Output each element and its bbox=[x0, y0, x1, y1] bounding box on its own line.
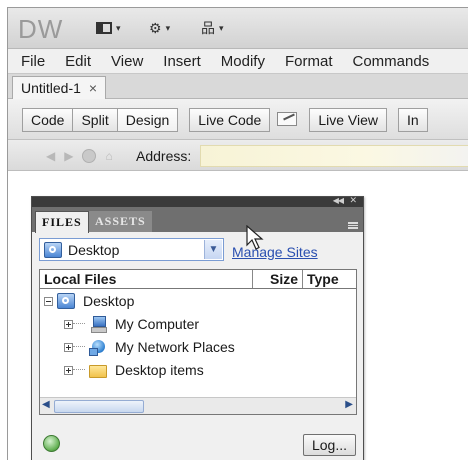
column-type[interactable]: Type bbox=[303, 271, 339, 287]
inspect-icon[interactable] bbox=[275, 108, 299, 128]
panel-title-bar[interactable]: ◀◀ ✕ bbox=[32, 195, 363, 207]
document-toolbar: Code Split Design Live Code Live View In bbox=[8, 99, 468, 140]
dw-logo: DW bbox=[18, 14, 64, 44]
menu-insert[interactable]: Insert bbox=[153, 53, 211, 70]
tree-item-my-computer[interactable]: My Computer bbox=[64, 314, 199, 334]
close-icon[interactable]: × bbox=[89, 80, 97, 96]
collapse-toggle-icon[interactable] bbox=[44, 296, 53, 306]
expand-toggle-icon[interactable] bbox=[64, 319, 73, 329]
application-bar: DW ▾ ⚙ ▾ 品 ▾ bbox=[8, 8, 468, 49]
tree-item-my-network-places[interactable]: My Network Places bbox=[64, 337, 235, 357]
address-field[interactable] bbox=[200, 145, 468, 167]
expand-toggle-icon[interactable] bbox=[64, 342, 73, 352]
desktop-icon bbox=[44, 241, 62, 258]
document-tab-strip: Untitled-1 × bbox=[8, 74, 468, 99]
tab-files[interactable]: FILES bbox=[35, 211, 89, 233]
menu-bar: File Edit View Insert Modify Format Comm… bbox=[8, 49, 468, 74]
chevron-down-icon: ▾ bbox=[165, 22, 171, 33]
layout-menu-button[interactable]: ▾ bbox=[96, 20, 121, 36]
menu-commands[interactable]: Commands bbox=[343, 53, 440, 70]
tree-item-label: Desktop items bbox=[115, 362, 204, 378]
expand-toggle-icon[interactable] bbox=[64, 365, 73, 375]
connection-status-icon bbox=[43, 435, 60, 452]
design-view-button[interactable]: Design bbox=[116, 108, 179, 132]
folder-icon bbox=[89, 365, 107, 378]
computer-icon bbox=[89, 316, 107, 333]
chevron-down-icon: ▾ bbox=[219, 22, 224, 33]
stop-icon[interactable] bbox=[82, 149, 97, 163]
tab-assets[interactable]: ASSETS bbox=[89, 211, 152, 232]
menu-view[interactable]: View bbox=[101, 53, 153, 70]
horizontal-scrollbar[interactable]: ◀ ▶ bbox=[40, 397, 356, 414]
document-tab[interactable]: Untitled-1 × bbox=[12, 76, 107, 99]
scroll-left-icon[interactable]: ◀ bbox=[42, 399, 50, 410]
gear-icon: ⚙ bbox=[149, 19, 162, 36]
live-view-button[interactable]: Live View bbox=[309, 108, 388, 132]
live-code-button[interactable]: Live Code bbox=[189, 108, 271, 132]
panel-tab-bar: FILES ASSETS bbox=[32, 207, 363, 233]
menu-file[interactable]: File bbox=[8, 53, 55, 70]
mouse-cursor-icon bbox=[246, 225, 264, 250]
collapse-icon[interactable]: ◀◀ bbox=[333, 196, 344, 205]
site-menu-button[interactable]: 品 ▾ bbox=[201, 20, 224, 36]
document-tab-label: Untitled-1 bbox=[21, 80, 81, 96]
site-icon: 品 bbox=[201, 20, 215, 36]
code-view-button[interactable]: Code bbox=[22, 108, 74, 132]
tree-root-desktop[interactable]: Desktop bbox=[44, 291, 134, 311]
menu-modify[interactable]: Modify bbox=[211, 53, 275, 70]
site-dropdown-value: Desktop bbox=[68, 241, 120, 258]
column-local-files[interactable]: Local Files bbox=[40, 270, 253, 288]
log-button[interactable]: Log... bbox=[302, 434, 356, 456]
chevron-down-icon: ▾ bbox=[116, 22, 121, 33]
browser-navigation-bar: ◀ ▶ ⌂ Address: bbox=[8, 140, 468, 171]
scrollbar-thumb[interactable] bbox=[54, 400, 144, 413]
site-dropdown[interactable]: Desktop ▼ bbox=[39, 238, 224, 261]
menu-edit[interactable]: Edit bbox=[55, 53, 101, 70]
layout-icon bbox=[96, 22, 112, 34]
inspect-button[interactable]: In bbox=[398, 108, 428, 132]
network-icon bbox=[89, 339, 107, 356]
forward-icon[interactable]: ▶ bbox=[64, 149, 73, 163]
tree-item-label: Desktop bbox=[83, 293, 135, 309]
tree-item-label: My Computer bbox=[115, 316, 200, 332]
close-icon[interactable]: ✕ bbox=[349, 195, 357, 206]
scroll-right-icon[interactable]: ▶ bbox=[345, 399, 353, 410]
tree-item-desktop-items[interactable]: Desktop items bbox=[64, 360, 204, 380]
home-icon[interactable]: ⌂ bbox=[105, 149, 112, 163]
address-label: Address: bbox=[136, 148, 192, 164]
chevron-down-icon[interactable]: ▼ bbox=[204, 240, 222, 259]
tree-item-label: My Network Places bbox=[115, 339, 235, 355]
file-list-header: Local Files Size Type bbox=[39, 269, 357, 289]
extend-menu-button[interactable]: ⚙ ▾ bbox=[149, 20, 170, 36]
back-icon[interactable]: ◀ bbox=[46, 149, 55, 163]
split-view-button[interactable]: Split bbox=[72, 108, 118, 132]
column-size[interactable]: Size bbox=[253, 270, 303, 288]
dreamweaver-window: DW ▾ ⚙ ▾ 品 ▾ File Edit View Insert Modif… bbox=[7, 7, 468, 460]
files-panel: ◀◀ ✕ FILES ASSETS Desktop ▼ Manage Sites… bbox=[31, 195, 364, 460]
panel-options-icon[interactable] bbox=[348, 222, 358, 229]
menu-format[interactable]: Format bbox=[275, 53, 343, 70]
file-tree: Desktop My Computer My Network Places De… bbox=[39, 289, 357, 415]
desktop-icon bbox=[57, 293, 75, 309]
